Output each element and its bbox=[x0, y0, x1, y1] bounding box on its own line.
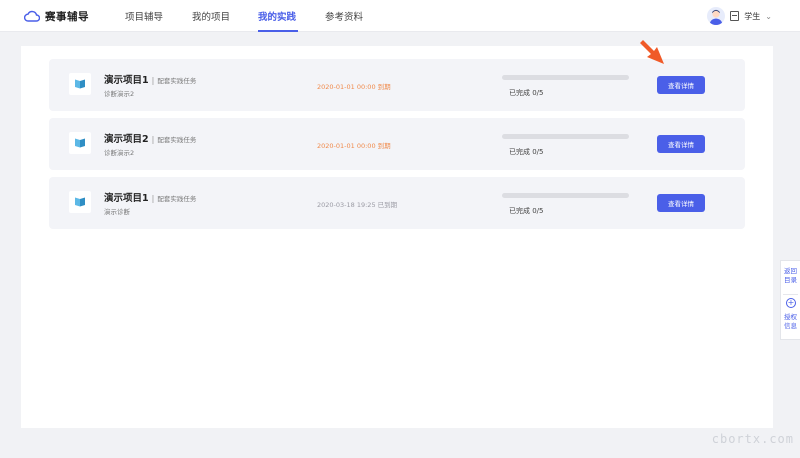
brand[interactable]: 赛事辅导 bbox=[24, 7, 89, 25]
progress-bar bbox=[502, 75, 629, 80]
card-title-row: 演示项目1 | 配套实践任务 bbox=[104, 72, 196, 86]
cloud-icon bbox=[24, 10, 40, 22]
brand-title: 赛事辅导 bbox=[45, 10, 89, 23]
practice-card: 演示项目1 | 配套实践任务 演示诊断 2020-03-18 19:25 已到期… bbox=[49, 177, 745, 229]
arrow-pointer-icon bbox=[640, 40, 664, 64]
card-tag: 配套实践任务 bbox=[157, 136, 197, 144]
progress-text: 已完成 0/5 bbox=[509, 89, 544, 97]
card-deadline: 2020-01-01 00:00 到期 bbox=[317, 142, 391, 150]
card-title[interactable]: 演示项目1 bbox=[104, 190, 149, 204]
progress-text: 已完成 0/5 bbox=[509, 207, 544, 215]
card-tag: 配套实践任务 bbox=[157, 195, 197, 203]
title-divider: | bbox=[151, 76, 155, 85]
card-title[interactable]: 演示项目1 bbox=[104, 72, 149, 86]
view-details-button[interactable]: 查看详情 bbox=[657, 135, 705, 153]
progress-bar bbox=[502, 193, 629, 198]
card-subtitle: 诊断演示2 bbox=[104, 90, 135, 98]
card-tag: 配套实践任务 bbox=[157, 77, 197, 85]
user-role: 学生 bbox=[744, 11, 761, 21]
book-icon bbox=[69, 73, 91, 95]
divider bbox=[783, 294, 798, 295]
card-title-row: 演示项目1 | 配套实践任务 bbox=[104, 190, 196, 204]
card-deadline: 2020-03-18 19:25 已到期 bbox=[317, 201, 398, 209]
avatar[interactable] bbox=[707, 7, 726, 25]
nav-item-project-coaching[interactable]: 项目辅导 bbox=[125, 9, 163, 23]
nav-item-my-projects[interactable]: 我的项目 bbox=[192, 9, 230, 23]
user-menu[interactable]: 学生 ⌄ bbox=[707, 5, 772, 27]
plus-circle-icon[interactable]: + bbox=[786, 298, 796, 308]
progress-bar bbox=[502, 134, 629, 139]
user-avatar-icon bbox=[709, 9, 723, 25]
card-subtitle: 演示诊断 bbox=[104, 208, 130, 216]
card-title-row: 演示项目2 | 配套实践任务 bbox=[104, 131, 196, 145]
card-subtitle: 诊断演示2 bbox=[104, 149, 135, 157]
title-divider: | bbox=[151, 135, 155, 144]
practice-list-panel: 演示项目1 | 配套实践任务 诊断演示2 2020-01-01 00:00 到期… bbox=[21, 46, 773, 428]
chevron-down-icon[interactable]: ⌄ bbox=[765, 12, 772, 21]
nav-item-my-practice[interactable]: 我的实践 bbox=[258, 9, 296, 23]
back-to-catalog-link[interactable]: 返回目录 bbox=[784, 267, 798, 285]
watermark: cbortx.com bbox=[711, 432, 794, 446]
practice-card: 演示项目2 | 配套实践任务 诊断演示2 2020-01-01 00:00 到期… bbox=[49, 118, 745, 170]
book-icon bbox=[69, 132, 91, 154]
authorization-info-link[interactable]: 授权信息 bbox=[784, 313, 798, 331]
id-card-icon bbox=[730, 11, 740, 21]
top-navigation-bar: 赛事辅导 项目辅导 我的项目 我的实践 参考资料 学生 ⌄ bbox=[0, 0, 800, 32]
active-tab-indicator bbox=[258, 30, 298, 32]
view-details-button[interactable]: 查看详情 bbox=[657, 194, 705, 212]
nav-item-reference-materials[interactable]: 参考资料 bbox=[325, 9, 363, 23]
title-divider: | bbox=[151, 194, 155, 203]
card-title[interactable]: 演示项目2 bbox=[104, 131, 149, 145]
floating-side-widget: 返回目录 + 授权信息 bbox=[780, 260, 800, 340]
view-details-button[interactable]: 查看详情 bbox=[657, 76, 705, 94]
book-icon bbox=[69, 191, 91, 213]
card-deadline: 2020-01-01 00:00 到期 bbox=[317, 83, 391, 91]
progress-text: 已完成 0/5 bbox=[509, 148, 544, 156]
